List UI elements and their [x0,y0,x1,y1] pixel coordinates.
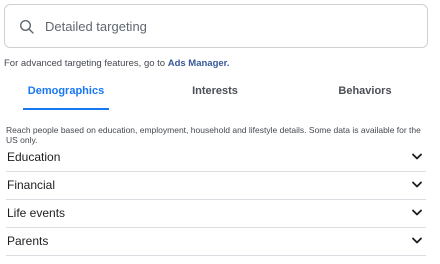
category-label: Life events [7,206,66,220]
chevron-down-icon [412,153,422,160]
category-row-parents[interactable]: Parents [6,228,426,256]
targeting-tabs: Demographics Interests Behaviors [0,76,440,110]
search-icon [19,19,34,34]
category-row-financial[interactable]: Financial [6,172,426,200]
category-list: Education Financial Life events Parents [0,144,440,256]
hint-text: For advanced targeting features, go to [4,58,166,69]
detailed-targeting-search-input[interactable] [45,5,415,47]
search-box[interactable] [4,4,428,48]
chevron-down-icon [412,209,422,216]
tab-behaviors[interactable]: Behaviors [305,76,425,110]
ads-manager-hint: For advanced targeting features, go to A… [4,58,230,69]
category-label: Parents [7,234,49,248]
tab-demographics[interactable]: Demographics [6,76,126,110]
ads-manager-link[interactable]: Ads Manager. [168,58,230,69]
chevron-down-icon [412,181,422,188]
demographics-description: Reach people based on education, employm… [6,125,421,145]
category-row-life-events[interactable]: Life events [6,200,426,228]
category-row-education[interactable]: Education [6,144,426,172]
chevron-down-icon [412,237,422,244]
tab-interests[interactable]: Interests [155,76,275,110]
category-label: Financial [7,178,56,192]
category-label: Education [7,150,61,164]
